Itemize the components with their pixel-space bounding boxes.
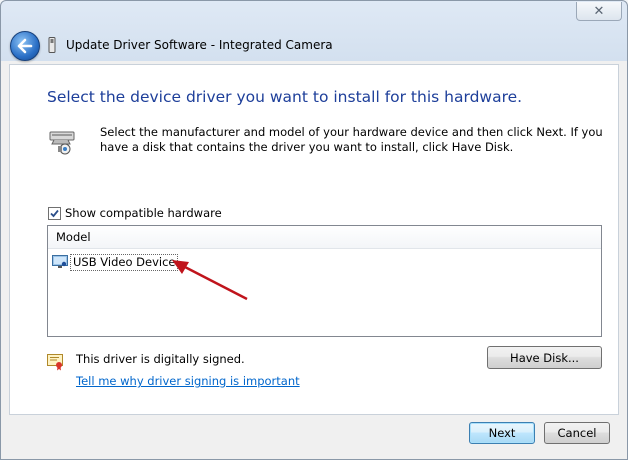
description-text: Select the manufacturer and model of you… (100, 125, 603, 154)
content-panel: Select the device driver you want to ins… (9, 64, 619, 415)
list-item[interactable]: USB Video Device (52, 253, 179, 271)
cancel-button[interactable]: Cancel (544, 422, 610, 444)
driver-signing-link[interactable]: Tell me why driver signing is important (76, 374, 300, 388)
checkmark-icon (50, 209, 59, 217)
hardware-icon (49, 131, 75, 155)
dialog-window: ✕ Update Driver Software - Integrated Ca… (0, 0, 628, 460)
video-device-icon (52, 255, 68, 268)
window-title: Update Driver Software - Integrated Came… (66, 38, 333, 52)
show-compatible-checkbox[interactable] (48, 206, 61, 220)
close-icon: ✕ (593, 3, 605, 19)
signed-status-text: This driver is digitally signed. (76, 352, 245, 366)
annotation-arrow (172, 260, 248, 301)
model-column-header[interactable]: Model (48, 226, 601, 249)
certificate-icon (47, 354, 63, 371)
close-button[interactable]: ✕ (576, 2, 622, 21)
show-compatible-label: Show compatible hardware (65, 206, 222, 220)
show-compatible-hardware[interactable]: Show compatible hardware (48, 206, 222, 220)
back-arrow-icon (17, 38, 33, 54)
model-item-label: USB Video Device (70, 253, 179, 271)
device-icon (48, 37, 56, 53)
have-disk-button[interactable]: Have Disk... (487, 346, 602, 369)
back-button[interactable] (10, 31, 40, 61)
model-list[interactable]: Model USB Video Device (47, 225, 602, 337)
next-button[interactable]: Next (469, 422, 535, 444)
page-heading: Select the device driver you want to ins… (47, 88, 523, 106)
